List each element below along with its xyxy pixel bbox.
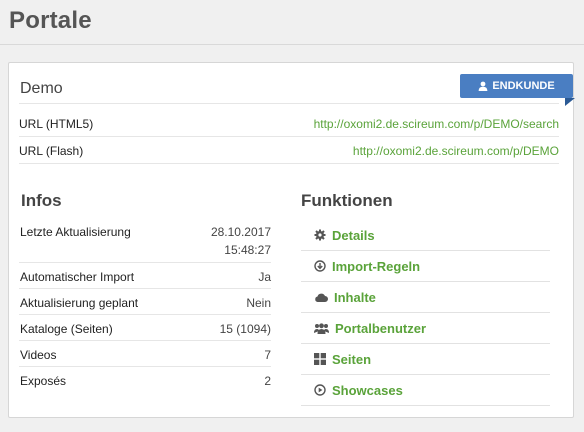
gear-icon [314,229,326,241]
url-flash-link[interactable]: http://oxomi2.de.scireum.com/p/DEMO [353,144,559,158]
function-pages-link[interactable]: Seiten [301,344,550,375]
function-import-rules-link[interactable]: Import-Regeln [301,251,550,282]
play-icon [314,384,326,396]
info-divider [19,262,271,263]
card-header-divider [19,103,559,104]
info-label: Automatischer Import [20,270,135,284]
info-divider [19,288,271,289]
info-row-videos: Videos 7 [19,348,271,366]
url-html5-label: URL (HTML5) [19,116,94,131]
function-label: Seiten [332,351,372,367]
badge-label: ENDKUNDE [492,80,555,92]
url-row-flash: URL (Flash) http://oxomi2.de.scireum.com… [19,138,559,164]
info-row-last-update: Letzte Aktualisierung 28.10.2017 15:48:2… [19,225,271,261]
portal-card: Demo URL (HTML5) http://oxomi2.de.scireu… [8,62,575,418]
info-value: 2 [264,374,271,388]
url-row-html5: URL (HTML5) http://oxomi2.de.scireum.com… [19,111,559,137]
function-portal-users-link[interactable]: Portalbenutzer [301,313,550,344]
info-row-update-planned: Aktualisierung geplant Nein [19,296,271,314]
function-showcases-link[interactable]: Showcases [301,375,550,406]
info-value: 7 [264,348,271,362]
funktionen-title: Funktionen [301,191,393,210]
function-details-link[interactable]: Details [301,220,550,251]
info-row-auto-import: Automatischer Import Ja [19,270,271,288]
url-html5-link[interactable]: http://oxomi2.de.scireum.com/p/DEMO/sear… [314,117,559,131]
title-divider [0,44,584,45]
info-label: Kataloge (Seiten) [20,322,113,336]
cloud-icon [315,293,328,302]
grid-icon [314,353,326,365]
users-icon [314,322,329,334]
function-label: Inhalte [334,289,376,305]
info-row-catalogs: Kataloge (Seiten) 15 (1094) [19,322,271,340]
info-value: Nein [246,296,271,310]
info-value-time: 15:48:27 [224,243,271,257]
info-value: 15 (1094) [219,322,271,336]
info-label: Videos [20,348,57,362]
user-icon [478,81,488,91]
function-label: Details [332,227,375,243]
download-icon [314,260,326,272]
endkunde-badge: ENDKUNDE [460,74,573,98]
card-title: Demo [20,80,63,97]
function-label: Showcases [332,382,403,398]
function-label: Portalbenutzer [335,320,427,336]
info-divider [19,340,271,341]
function-content-link[interactable]: Inhalte [301,282,550,313]
badge-ribbon-fold [565,98,575,106]
info-label: Aktualisierung geplant [20,296,139,310]
info-value-date: 28.10.2017 [210,225,271,239]
info-label: Letzte Aktualisierung [20,225,131,239]
info-label: Exposés [20,374,67,388]
info-row-exposes: Exposés 2 [19,374,271,392]
function-label: Import-Regeln [332,258,421,274]
info-divider [19,366,271,367]
info-value: Ja [258,270,271,284]
infos-title: Infos [21,191,62,210]
page-title: Portale [9,7,92,34]
url-flash-label: URL (Flash) [19,143,84,158]
info-divider [19,314,271,315]
